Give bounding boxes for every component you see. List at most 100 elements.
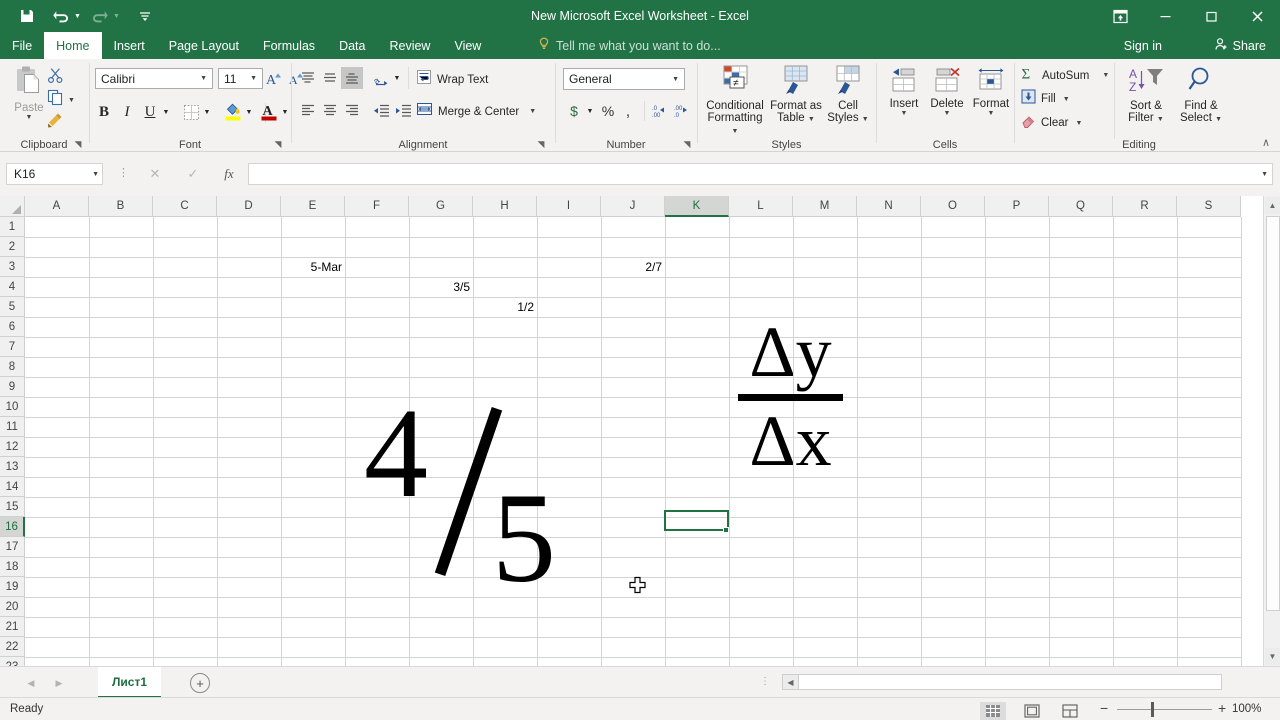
grow-font-button[interactable]: A <box>265 69 285 89</box>
row-header-3[interactable]: 3 <box>0 257 25 277</box>
italic-btn[interactable]: I <box>116 101 138 123</box>
fill-color-button[interactable] <box>222 99 244 123</box>
cell-styles-caret[interactable]: ▼ <box>862 116 869 123</box>
page-layout-view-icon[interactable] <box>1019 702 1045 720</box>
find-select-button[interactable]: Find & Select ▼ <box>1173 65 1229 124</box>
ribbon-display-options-icon[interactable] <box>1100 0 1140 32</box>
formula-input[interactable]: ▼ <box>248 163 1273 185</box>
cell-styles-button[interactable]: Cell Styles ▼ <box>824 65 872 124</box>
row-header-23[interactable]: 23 <box>0 657 25 666</box>
cell-h5[interactable]: 1/2 <box>474 297 537 317</box>
font-dialog-launcher[interactable]: ◥ <box>272 138 284 150</box>
wrap-text-button[interactable]: Wrap Text <box>416 69 488 90</box>
column-header-b[interactable]: B <box>89 196 153 217</box>
zoom-slider-thumb[interactable] <box>1151 702 1154 717</box>
format-as-table-button[interactable]: Format as Table ▼ <box>768 65 824 124</box>
column-header-s[interactable]: S <box>1177 196 1241 217</box>
insert-cells-caret[interactable]: ▼ <box>901 110 908 117</box>
close-button[interactable] <box>1234 0 1280 32</box>
number-format-combo[interactable]: General ▼ <box>563 68 685 90</box>
format-cells-caret[interactable]: ▼ <box>988 110 995 117</box>
align-middle-button[interactable] <box>319 67 341 89</box>
cell-j3[interactable]: 2/7 <box>602 257 665 277</box>
merge-center-button[interactable]: Merge & Center ▼ <box>416 101 536 122</box>
fill-color-caret[interactable]: ▼ <box>243 101 255 123</box>
row-header-10[interactable]: 10 <box>0 397 25 417</box>
tab-view[interactable]: View <box>442 32 493 59</box>
row-header-2[interactable]: 2 <box>0 237 25 257</box>
maximize-restore-button[interactable] <box>1188 0 1234 32</box>
alignment-dialog-launcher[interactable]: ◥ <box>535 138 547 150</box>
page-break-preview-icon[interactable] <box>1057 702 1083 720</box>
row-header-17[interactable]: 17 <box>0 537 25 557</box>
zoom-slider-track[interactable] <box>1117 709 1212 710</box>
row-header-1[interactable]: 1 <box>0 217 25 237</box>
row-header-20[interactable]: 20 <box>0 597 25 617</box>
paste-button[interactable]: Paste ▼ <box>6 65 52 121</box>
row-header-12[interactable]: 12 <box>0 437 25 457</box>
column-header-l[interactable]: L <box>729 196 793 217</box>
column-header-r[interactable]: R <box>1113 196 1177 217</box>
conditional-formatting-caret[interactable]: ▼ <box>732 128 739 135</box>
bold-btn[interactable]: B <box>93 101 115 123</box>
fill-button[interactable]: Fill ▼ <box>1021 89 1070 109</box>
zoom-out-button[interactable]: − <box>1100 700 1108 716</box>
column-header-i[interactable]: I <box>537 196 601 217</box>
column-header-e[interactable]: E <box>281 196 345 217</box>
row-header-4[interactable]: 4 <box>0 277 25 297</box>
row-header-19[interactable]: 19 <box>0 577 25 597</box>
row-header-18[interactable]: 18 <box>0 557 25 577</box>
row-header-16[interactable]: 16 <box>0 517 25 537</box>
font-size-caret[interactable]: ▼ <box>247 75 260 82</box>
column-header-m[interactable]: M <box>793 196 857 217</box>
clear-caret[interactable]: ▼ <box>1075 120 1082 127</box>
format-cells-button[interactable]: Format ▼ <box>969 67 1013 117</box>
next-sheet-button[interactable]: ▶ <box>48 675 70 691</box>
previous-sheet-button[interactable]: ◀ <box>20 675 42 691</box>
enter-entry-button[interactable]: ✓ <box>180 163 206 185</box>
sort-filter-button[interactable]: A Z Sort & Filter ▼ <box>1119 65 1173 124</box>
column-header-c[interactable]: C <box>153 196 217 217</box>
column-header-d[interactable]: D <box>217 196 281 217</box>
comma-style-button[interactable]: , <box>619 100 637 122</box>
conditional-formatting-button[interactable]: ≠ Conditional Formatting ▼ <box>703 65 767 136</box>
row-header-22[interactable]: 22 <box>0 637 25 657</box>
tab-home[interactable]: Home <box>44 32 102 59</box>
font-family-combo[interactable]: Calibri ▼ <box>95 68 213 89</box>
collapse-ribbon-button[interactable]: ∧ <box>1260 136 1272 149</box>
align-top-button[interactable] <box>297 67 319 89</box>
row-header-21[interactable]: 21 <box>0 617 25 637</box>
row-header-7[interactable]: 7 <box>0 337 25 357</box>
row-header-9[interactable]: 9 <box>0 377 25 397</box>
column-header-h[interactable]: H <box>473 196 537 217</box>
paste-dropdown-caret[interactable]: ▼ <box>26 114 33 121</box>
number-format-caret[interactable]: ▼ <box>669 76 682 83</box>
customize-quick-access-toolbar-icon[interactable] <box>128 1 162 31</box>
save-icon[interactable] <box>10 1 44 31</box>
tab-review[interactable]: Review <box>377 32 442 59</box>
redo-icon[interactable] <box>83 1 117 31</box>
format-painter-button[interactable] <box>47 111 64 133</box>
font-color-button[interactable]: A <box>258 99 280 123</box>
autosum-button[interactable]: Σ AutoSum ▼ <box>1021 65 1110 86</box>
redo-dropdown-caret[interactable]: ▼ <box>113 13 120 20</box>
insert-cells-button[interactable]: Insert ▼ <box>883 67 925 117</box>
align-center-button[interactable] <box>319 99 341 121</box>
normal-view-icon[interactable] <box>980 702 1006 720</box>
add-sheet-button[interactable]: + <box>190 673 210 693</box>
column-header-k[interactable]: K <box>665 196 729 217</box>
sort-filter-caret[interactable]: ▼ <box>1157 116 1164 123</box>
fill-caret[interactable]: ▼ <box>1063 96 1070 103</box>
tell-me-search[interactable]: Tell me what you want to do... <box>538 32 721 59</box>
tab-page-layout[interactable]: Page Layout <box>157 32 251 59</box>
align-left-button[interactable] <box>297 99 319 121</box>
tab-formulas[interactable]: Formulas <box>251 32 327 59</box>
borders-dropdown-caret[interactable]: ▼ <box>201 101 213 123</box>
column-header-p[interactable]: P <box>985 196 1049 217</box>
row-header-5[interactable]: 5 <box>0 297 25 317</box>
decrease-decimal-button[interactable]: .00.0 <box>671 100 693 122</box>
column-header-f[interactable]: F <box>345 196 409 217</box>
accounting-format-button[interactable]: $ <box>564 100 584 122</box>
column-header-q[interactable]: Q <box>1049 196 1113 217</box>
column-header-g[interactable]: G <box>409 196 473 217</box>
